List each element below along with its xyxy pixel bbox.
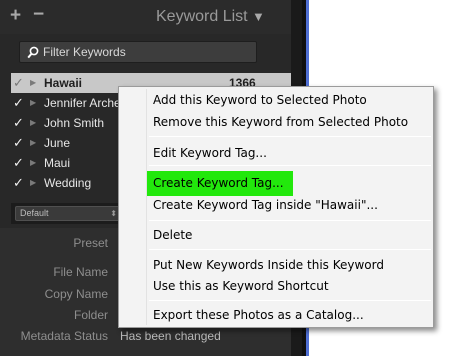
checkmark-icon[interactable]: ✓: [13, 75, 24, 91]
metadata-status-label: Metadata Status: [20, 329, 108, 343]
checkmark-icon[interactable]: ✓: [13, 135, 24, 151]
chevron-updown-icon: ⬍: [110, 209, 117, 218]
disclosure-triangle-icon[interactable]: ▶: [30, 158, 36, 167]
context-menu: Add this Keyword to Selected Photo Remov…: [118, 86, 434, 328]
checkmark-icon[interactable]: ✓: [13, 115, 24, 131]
add-keyword-button[interactable]: +: [10, 5, 21, 27]
keyword-label: Hawaii: [44, 76, 83, 90]
menu-item-put-new-keywords-inside[interactable]: Put New Keywords Inside this Keyword: [147, 255, 433, 275]
panel-title[interactable]: Keyword List: [156, 8, 248, 26]
remove-keyword-button[interactable]: −: [33, 4, 44, 26]
folder-label: Folder: [73, 308, 108, 322]
menu-item-use-as-keyword-shortcut[interactable]: Use this as Keyword Shortcut: [147, 276, 433, 296]
keyword-label: Jennifer Arche: [44, 96, 121, 110]
keyword-label: Wedding: [44, 176, 92, 190]
menu-item-delete[interactable]: Delete: [147, 225, 433, 245]
disclosure-triangle-icon[interactable]: ▶: [30, 178, 36, 187]
disclosure-triangle-icon[interactable]: ▶: [30, 118, 36, 127]
menu-item-export-as-catalog[interactable]: Export these Photos as a Catalog...: [147, 305, 433, 325]
menu-separator: [149, 165, 431, 166]
disclosure-triangle-icon[interactable]: ▶: [30, 98, 36, 107]
keyword-label: June: [44, 136, 71, 150]
menu-separator: [149, 220, 431, 221]
checkmark-icon[interactable]: ✓: [13, 95, 24, 111]
preset-dropdown[interactable]: Default ⬍: [15, 206, 121, 221]
preset-label: Preset: [73, 236, 108, 250]
menu-item-remove-keyword[interactable]: Remove this Keyword from Selected Photo: [147, 112, 433, 132]
filter-placeholder: Filter Keywords: [43, 45, 126, 59]
file-name-label: File Name: [53, 265, 108, 279]
preset-dropdown-value: Default: [20, 208, 49, 218]
menu-separator: [149, 300, 431, 301]
keyword-label: Maui: [44, 156, 71, 170]
filter-keywords-input[interactable]: Filter Keywords: [19, 41, 257, 63]
copy-name-label: Copy Name: [44, 287, 108, 301]
menu-item-create-keyword-tag-inside[interactable]: Create Keyword Tag inside "Hawaii"...: [147, 195, 433, 215]
menu-item-add-keyword[interactable]: Add this Keyword to Selected Photo: [147, 90, 433, 110]
menu-separator: [149, 249, 431, 250]
disclosure-triangle-icon[interactable]: ▶: [30, 78, 36, 87]
menu-separator: [149, 136, 431, 137]
checkmark-icon[interactable]: ✓: [13, 175, 24, 191]
panel-header: + − Keyword List ▼: [0, 0, 291, 34]
menu-item-edit-keyword-tag[interactable]: Edit Keyword Tag...: [147, 143, 433, 163]
magnifier-icon: [27, 46, 39, 59]
disclosure-triangle-icon[interactable]: ▶: [30, 138, 36, 147]
keyword-label: John Smith: [44, 116, 105, 130]
metadata-status-value: Has been changed: [120, 329, 221, 343]
checkmark-icon[interactable]: ✓: [13, 155, 24, 171]
collapse-triangle-icon[interactable]: ▼: [252, 9, 265, 24]
menu-item-create-keyword-tag[interactable]: Create Keyword Tag...: [147, 171, 293, 196]
